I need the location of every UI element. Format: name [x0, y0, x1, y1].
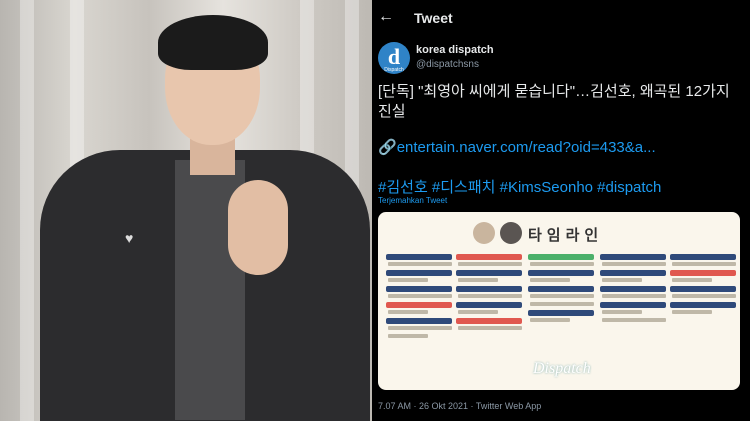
tweet-hashtags[interactable]: #김선호 #디스패치 #KimsSeonho #dispatch: [378, 176, 661, 197]
tweet-panel: ← Tweet d Dispatch korea dispatch @dispa…: [372, 0, 750, 421]
account-name[interactable]: korea dispatch: [416, 44, 494, 56]
account-handle[interactable]: @dispatchsns: [416, 59, 479, 70]
link-icon: 🔗: [378, 139, 397, 156]
portrait-thumbnail: [500, 222, 522, 244]
timeline-column: [386, 254, 452, 342]
avatar-caption: Dispatch: [384, 67, 404, 73]
profile-photo: ♥: [0, 0, 372, 421]
timeline-image-card[interactable]: 타임라인 Dispatch: [378, 212, 740, 390]
translate-link[interactable]: Terjemahkan Tweet: [378, 196, 447, 205]
jacket-logo-icon: ♥: [125, 230, 134, 246]
curtain-fold: [20, 0, 34, 421]
tweet-topbar: ← Tweet: [372, 0, 750, 36]
arrow-left-icon[interactable]: ←: [378, 8, 394, 26]
page-title: Tweet: [414, 10, 453, 26]
finger-heart-hand: [228, 180, 288, 275]
timeline-column: [456, 254, 522, 334]
tweet-timestamp[interactable]: 7.07 AM · 26 Okt 2021 · Twitter Web App: [378, 401, 541, 411]
avatar-letter: d: [387, 44, 401, 69]
timeline-column: [600, 254, 666, 326]
tweet-text: [단독] "최영아 씨에게 묻습니다"…김선호, 왜곡된 12가지 진실: [378, 83, 730, 120]
card-header: 타임라인: [378, 218, 740, 248]
dispatch-watermark: Dispatch: [533, 360, 591, 377]
avatar[interactable]: d Dispatch: [378, 42, 410, 74]
timeline-column: [670, 254, 736, 318]
tweet-link[interactable]: 🔗entertain.naver.com/read?oid=433&a...: [378, 138, 656, 156]
portrait-thumbnail: [473, 222, 495, 244]
tweet-link-text[interactable]: entertain.naver.com/read?oid=433&a...: [397, 139, 656, 156]
timeline-column: [528, 254, 594, 326]
card-title: 타임라인: [528, 227, 604, 244]
hair-shape: [158, 15, 268, 70]
